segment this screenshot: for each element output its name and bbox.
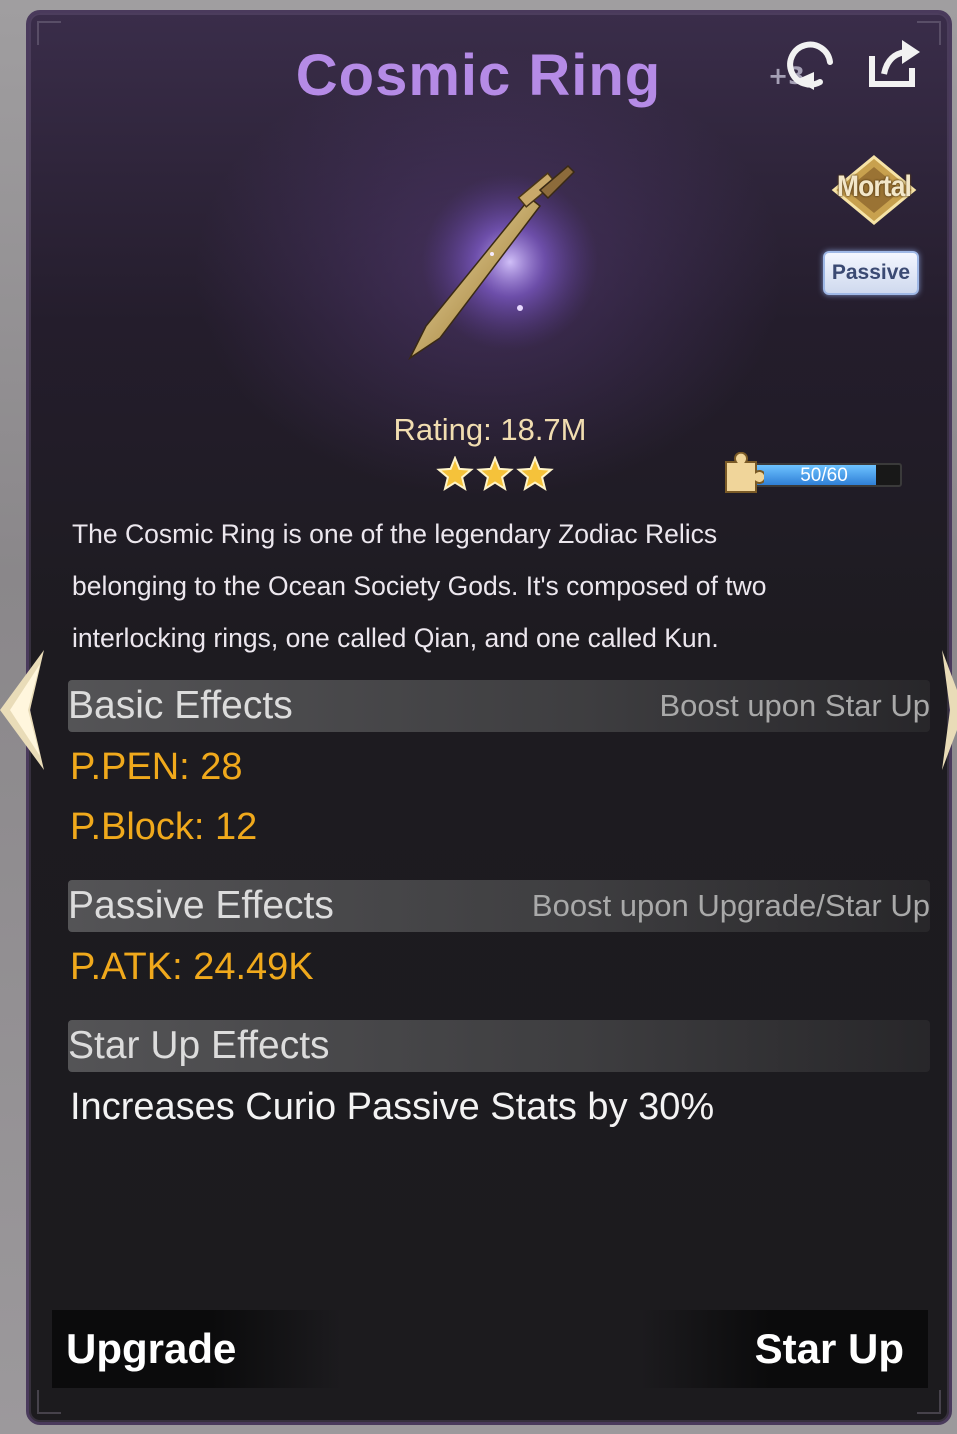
- item-description: The Cosmic Ring is one of the legendary …: [72, 508, 892, 664]
- refresh-button[interactable]: +3: [768, 36, 840, 96]
- basic-effects-header: Basic Effects Boost upon Star Up: [68, 680, 930, 732]
- rank-badge: Mortal: [830, 155, 918, 225]
- section-title: Star Up Effects: [68, 1024, 330, 1067]
- share-button[interactable]: [866, 38, 922, 88]
- next-item-button[interactable]: [938, 650, 957, 770]
- section-note: Boost upon Upgrade/Star Up: [531, 888, 930, 923]
- fragment-count: 50/60: [800, 465, 848, 486]
- star-rating: [436, 455, 556, 492]
- refresh-icon: [787, 41, 833, 90]
- description-line: belonging to the Ocean Society Gods. It'…: [72, 571, 767, 601]
- relic-image: [380, 150, 610, 380]
- fragment-progress-bar: 50/60: [752, 463, 902, 487]
- stat-line: P.PEN: 28: [70, 746, 243, 788]
- rank-label: Mortal: [837, 170, 912, 203]
- star-icon: [436, 455, 474, 491]
- prev-item-button[interactable]: [0, 650, 48, 770]
- stat-line: P.ATK: 24.49K: [70, 946, 314, 988]
- passive-effects-header: Passive Effects Boost upon Upgrade/Star …: [68, 880, 930, 932]
- corner-ornament: [917, 1390, 941, 1414]
- section-title: Basic Effects: [68, 684, 293, 727]
- rating-label: Rating: 18.7M: [393, 412, 587, 447]
- star-icon: [516, 455, 554, 491]
- puzzle-piece-icon: [720, 451, 767, 496]
- upgrade-button[interactable]: Upgrade: [52, 1310, 342, 1388]
- section-note: Boost upon Star Up: [659, 688, 930, 723]
- chevron-left-icon: [0, 650, 44, 770]
- share-icon: [869, 40, 920, 87]
- description-line: The Cosmic Ring is one of the legendary …: [72, 519, 718, 549]
- stat-line: P.Block: 12: [70, 806, 258, 848]
- chevron-right-icon: [942, 650, 957, 770]
- star-up-effects-header: Star Up Effects: [68, 1020, 930, 1072]
- type-badge: Passive: [823, 251, 919, 295]
- section-title: Passive Effects: [68, 884, 334, 927]
- star-up-button[interactable]: Star Up: [640, 1310, 928, 1388]
- corner-ornament: [37, 1390, 61, 1414]
- star-icon: [476, 455, 514, 491]
- star-up-effect-text: Increases Curio Passive Stats by 30%: [70, 1086, 715, 1128]
- description-line: interlocking rings, one called Qian, and…: [72, 623, 719, 653]
